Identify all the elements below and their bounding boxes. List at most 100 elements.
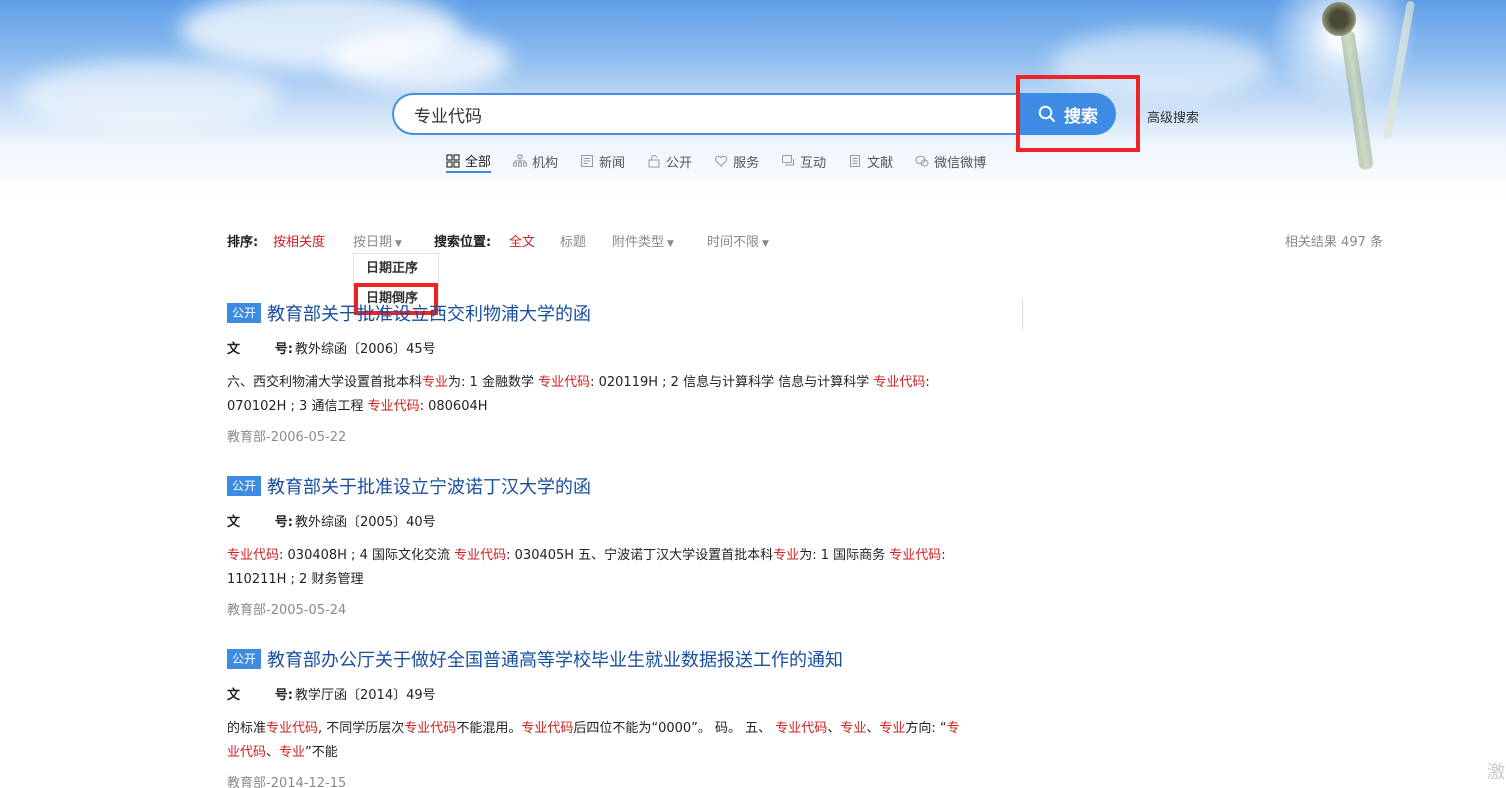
attachment-type-label: 附件类型 xyxy=(612,235,665,250)
position-fulltext[interactable]: 全文 xyxy=(509,231,535,250)
result-title-row: 公开 教育部办公厅关于做好全国普通高等学校毕业生就业数据报送工作的通知 xyxy=(227,646,967,672)
result-source-date: 教育部-2014-12-15 xyxy=(227,776,347,788)
result-item: 公开 教育部关于批准设立西交利物浦大学的函 文号: 教外综函〔2006〕45号 … xyxy=(227,302,967,445)
result-snippet: 的标准专业代码, 不同学历层次专业代码不能混用。专业代码后四位不能为“0000”… xyxy=(227,717,967,765)
result-item: 公开 教育部关于批准设立宁波诺丁汉大学的函 文号: 教外综函〔2005〕40号 … xyxy=(227,475,967,618)
snippet-text: 为: 1 金融数学 xyxy=(448,375,539,390)
snippet-text: 后四位不能为“0000”。 码。 五、 xyxy=(573,721,776,736)
tab-public[interactable]: 公开 xyxy=(647,150,692,172)
tab-literature[interactable]: 文献 xyxy=(848,150,893,172)
result-item: 公开 教育部办公厅关于做好全国普通高等学校毕业生就业数据报送工作的通知 文号: … xyxy=(227,648,967,788)
grid-icon xyxy=(446,153,460,168)
snippet-text: 不能混用。 xyxy=(456,721,522,736)
snippet-text: ”不能 xyxy=(305,745,338,760)
search-button[interactable]: 搜索 xyxy=(1020,93,1116,135)
keyword-highlight: 专业 xyxy=(773,548,800,563)
keyword-highlight: 专业代码 xyxy=(227,548,280,563)
tab-label: 机构 xyxy=(532,155,559,171)
document-icon xyxy=(850,155,861,167)
doc-number-label: 文号: xyxy=(227,342,293,357)
snippet-text: 、 xyxy=(266,745,280,760)
search-icon xyxy=(1038,105,1055,122)
snippet-text: 方向: “ xyxy=(905,721,947,736)
result-title-link[interactable]: 教育部关于批准设立西交利物浦大学的函 xyxy=(267,300,591,326)
chat-icon xyxy=(782,155,795,166)
keyword-highlight: 专业代码 xyxy=(873,375,926,390)
attachment-type-dropdown[interactable]: 附件类型 ▼ xyxy=(612,231,674,250)
tab-interaction[interactable]: 互动 xyxy=(781,150,826,172)
heart-hand-icon xyxy=(715,155,728,167)
sort-label: 排序: xyxy=(227,235,259,250)
snippet-text: 、 xyxy=(866,721,880,736)
keyword-highlight: 专业 xyxy=(879,721,906,736)
tab-news[interactable]: 新闻 xyxy=(580,150,625,172)
sort-relevance[interactable]: 按相关度 xyxy=(273,231,325,250)
keyword-highlight: 专业代码 xyxy=(367,399,420,414)
result-title-row: 公开 教育部关于批准设立西交利物浦大学的函 xyxy=(227,300,967,326)
result-title-link[interactable]: 教育部关于批准设立宁波诺丁汉大学的函 xyxy=(267,473,591,499)
category-tabs: 全部 机构 新闻 公开 服务 互动 文献 微信微博 xyxy=(446,150,1008,173)
menu-item-date-asc[interactable]: 日期正序 xyxy=(354,254,438,284)
public-badge: 公开 xyxy=(227,649,262,669)
snippet-text: : 020119H ; 2 信息与计算科学 信息与计算科学 xyxy=(590,375,874,390)
keyword-highlight: 专业代码 xyxy=(521,721,574,736)
watermark-text: 激 xyxy=(1487,762,1505,783)
snippet-text: : 030405H 五、宁波诺丁汉大学设置首批本科 xyxy=(506,548,774,563)
search-button-label: 搜索 xyxy=(1064,106,1098,127)
result-title-link[interactable]: 教育部办公厅关于做好全国普通高等学校毕业生就业数据报送工作的通知 xyxy=(267,646,843,672)
result-source-date: 教育部-2005-05-24 xyxy=(227,603,347,618)
snippet-text: 、 xyxy=(827,721,841,736)
tab-label: 新闻 xyxy=(599,155,626,171)
advanced-search-link[interactable]: 高级搜索 xyxy=(1147,107,1199,126)
result-snippet: 六、西交利物浦大学设置首批本科专业为: 1 金融数学 专业代码: 020119H… xyxy=(227,371,967,419)
tab-wechat-weibo[interactable]: 微信微博 xyxy=(915,150,986,172)
snippet-text: 的标准 xyxy=(227,721,267,736)
tab-label: 全部 xyxy=(465,155,492,170)
snippet-text: 六、西交利物浦大学设置首批本科 xyxy=(227,375,423,390)
result-source-date: 教育部-2006-05-22 xyxy=(227,430,347,445)
snippet-text: 为: 1 国际商务 xyxy=(799,548,890,563)
doc-number-row: 文号: 教外综函〔2006〕45号 xyxy=(227,338,967,357)
cloud-decoration xyxy=(1050,30,1270,100)
tab-label: 文献 xyxy=(867,155,894,171)
keyword-highlight: 专业 xyxy=(840,721,867,736)
doc-number-label: 文号: xyxy=(227,688,293,703)
position-title[interactable]: 标题 xyxy=(560,231,586,250)
org-chart-icon xyxy=(513,154,528,167)
public-badge: 公开 xyxy=(227,303,262,323)
tab-service[interactable]: 服务 xyxy=(714,150,759,172)
tab-label: 公开 xyxy=(666,155,693,171)
keyword-highlight: 专业 xyxy=(422,375,449,390)
dandelion-core xyxy=(1322,2,1356,36)
doc-number: 教外综函〔2005〕40号 xyxy=(295,515,436,530)
tab-org[interactable]: 机构 xyxy=(513,150,558,172)
cloud-decoration xyxy=(330,30,510,90)
keyword-highlight: 专业代码 xyxy=(889,548,942,563)
tab-all[interactable]: 全部 xyxy=(446,150,492,173)
sort-date-dropdown[interactable]: 按日期 ▼ xyxy=(353,231,402,250)
doc-number: 教外综函〔2006〕45号 xyxy=(295,342,436,357)
keyword-highlight: 专业代码 xyxy=(538,375,591,390)
divider xyxy=(1022,298,1023,330)
time-range-dropdown[interactable]: 时间不限 ▼ xyxy=(707,231,769,250)
search-input[interactable] xyxy=(394,95,1024,133)
result-count: 相关结果 497 条 xyxy=(1284,235,1383,250)
doc-number-row: 文号: 教学厅函〔2014〕49号 xyxy=(227,684,967,703)
wechat-icon xyxy=(915,155,929,167)
newspaper-icon xyxy=(581,155,594,167)
snippet-text: : 080604H xyxy=(419,399,488,414)
caret-down-icon: ▼ xyxy=(395,239,402,249)
caret-down-icon: ▼ xyxy=(762,239,769,249)
keyword-highlight: 专业代码 xyxy=(775,721,828,736)
keyword-highlight: 专业 xyxy=(279,745,306,760)
keyword-highlight: 专业代码 xyxy=(454,548,507,563)
doc-number-row: 文号: 教外综函〔2005〕40号 xyxy=(227,511,967,530)
cloud-decoration xyxy=(20,60,280,130)
position-label: 搜索位置: xyxy=(434,235,492,250)
lock-open-icon xyxy=(648,155,660,168)
keyword-highlight: 专业代码 xyxy=(266,721,319,736)
snippet-text: : 030408H ; 4 国际文化交流 xyxy=(279,548,455,563)
caret-down-icon: ▼ xyxy=(667,239,674,249)
tab-label: 服务 xyxy=(733,155,760,171)
search-box xyxy=(392,93,1024,135)
